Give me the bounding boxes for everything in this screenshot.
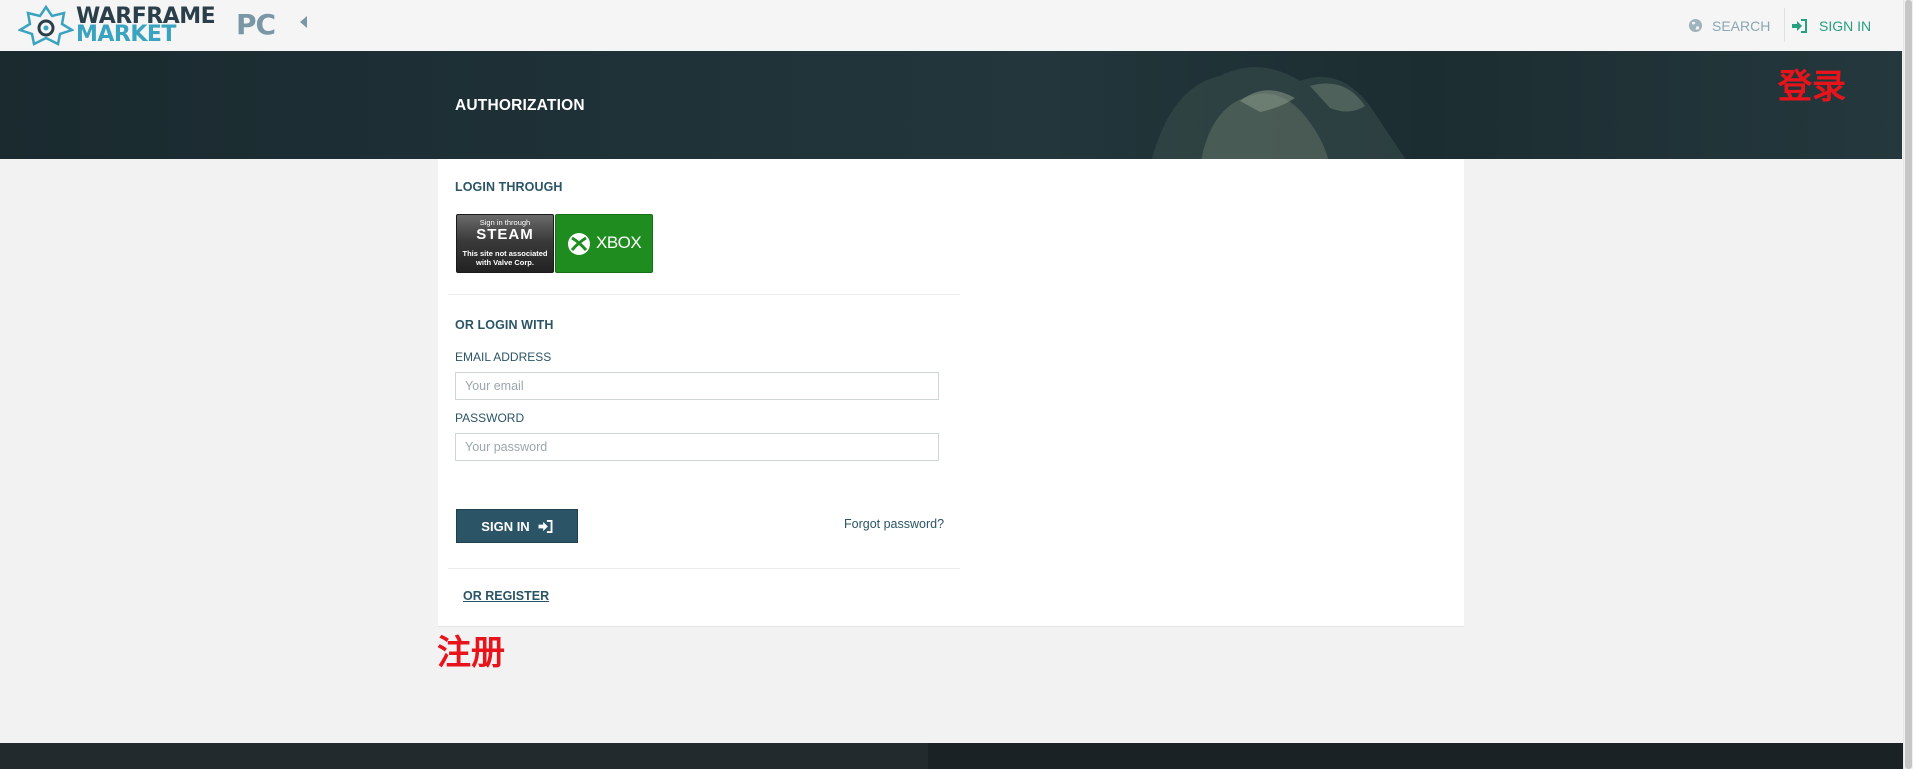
xbox-label: XBOX [596, 233, 642, 252]
caret-left-icon[interactable] [300, 16, 307, 28]
forgot-password-link[interactable]: Forgot password? [844, 517, 944, 531]
divider [448, 568, 960, 569]
email-label: EMAIL ADDRESS [455, 350, 552, 364]
sign-in-button[interactable]: SIGN IN [456, 509, 578, 543]
globe-icon [1688, 18, 1703, 33]
xbox-login-button[interactable]: XBOX [555, 214, 653, 273]
sign-in-button-label: SIGN IN [481, 518, 530, 534]
xbox-icon [568, 233, 590, 255]
sign-in-icon [1792, 18, 1807, 33]
footer-right [928, 743, 1903, 769]
password-label: PASSWORD [455, 411, 525, 425]
footer-left [0, 743, 928, 769]
site-logo[interactable]: WARFRAME MARKET [18, 2, 216, 48]
steam-line-2: STEAM [476, 226, 534, 243]
platform-selector[interactable]: PC [236, 8, 276, 41]
hero-banner: AUTHORIZATION 登录 [0, 51, 1902, 159]
nav-sign-in-button[interactable]: SIGN IN [1792, 0, 1900, 51]
annotation-login: 登录 [1778, 67, 1846, 107]
steam-disclaimer-line-b: with Valve Corp. [476, 258, 534, 267]
nav-search-label: SEARCH [1712, 17, 1771, 34]
hero-artwork [1151, 67, 1406, 159]
nav-search-button[interactable]: SEARCH [1688, 0, 1784, 51]
page-title: AUTHORIZATION [455, 97, 585, 114]
steam-disclaimer-line-a: This site not associated [462, 249, 548, 258]
password-field[interactable] [455, 433, 939, 461]
divider [448, 294, 960, 295]
annotation-register: 注册 [437, 633, 505, 673]
nav-divider [1784, 8, 1785, 42]
steam-disclaimer: This site not associated with Valve Corp… [457, 249, 553, 267]
logo-text-market: MARKET [76, 22, 176, 47]
top-navbar: WARFRAME MARKET PC SEARCH SIGN IN [0, 0, 1903, 52]
sign-in-icon [538, 519, 553, 533]
scrollbar-thumb[interactable] [1905, 0, 1912, 769]
or-login-with-heading: OR LOGIN WITH [455, 318, 554, 332]
nav-sign-in-label: SIGN IN [1819, 17, 1872, 34]
register-link[interactable]: OR REGISTER [463, 589, 549, 603]
email-field[interactable] [455, 372, 939, 400]
login-through-heading: LOGIN THROUGH [455, 180, 563, 194]
warframe-logo-icon [18, 4, 74, 46]
login-card: LOGIN THROUGH Sign in through STEAM This… [438, 159, 1464, 627]
steam-login-button[interactable]: Sign in through STEAM This site not asso… [456, 214, 554, 273]
